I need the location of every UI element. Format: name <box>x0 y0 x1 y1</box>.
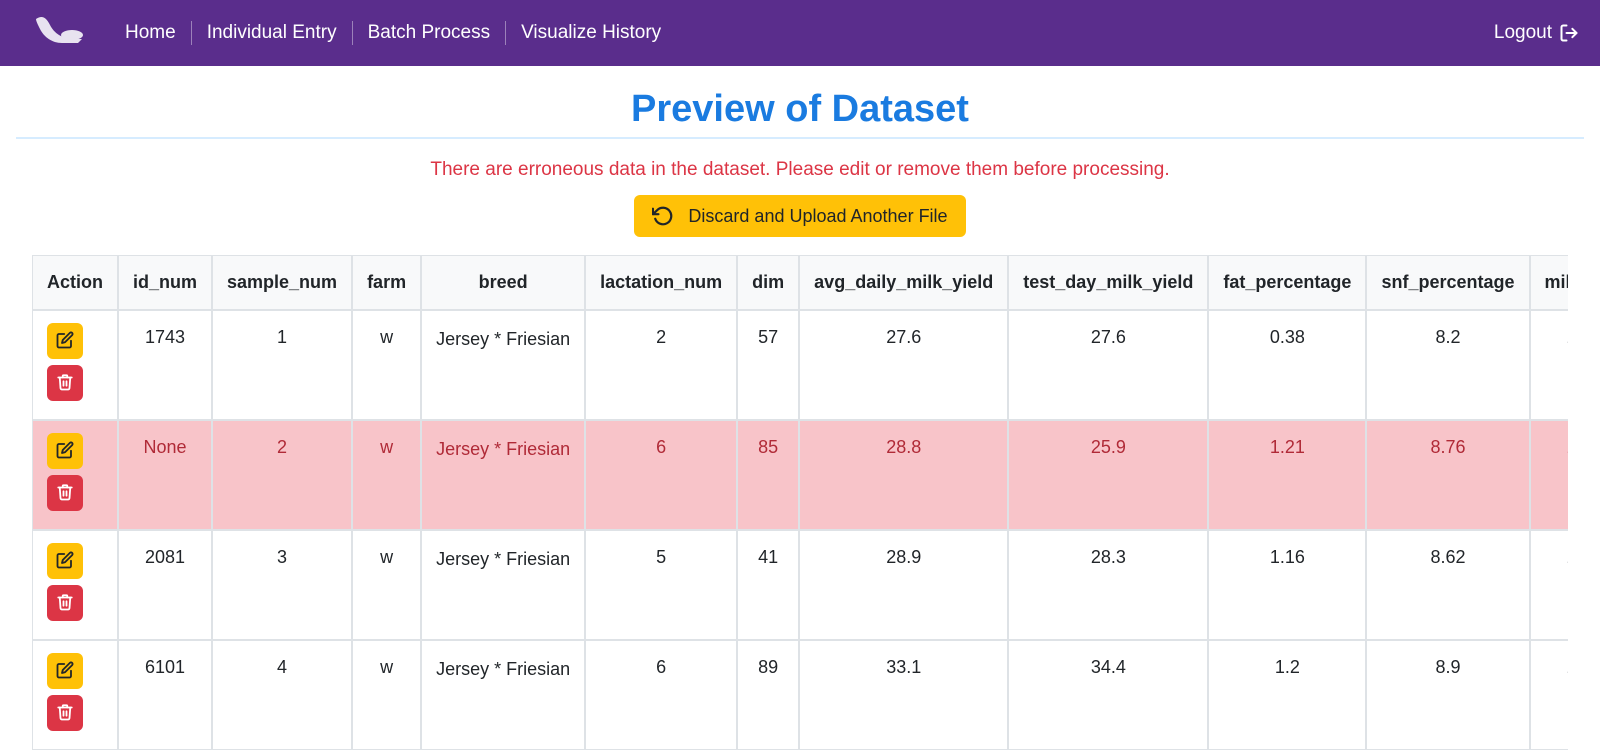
discard-upload-label: Discard and Upload Another File <box>688 206 947 227</box>
edit-row-button[interactable] <box>47 653 83 689</box>
cell-sample-num: 4 <box>212 640 352 750</box>
table-scroll-container[interactable]: Action id_num sample_num farm breed lact… <box>32 255 1568 756</box>
cell-farm: w <box>352 310 421 420</box>
table-row: 20813wJersey * Friesian54128.928.31.168.… <box>32 530 1568 640</box>
discard-upload-button[interactable]: Discard and Upload Another File <box>634 195 965 237</box>
cell-avg-daily-milk-yield: 27.6 <box>799 310 1008 420</box>
cell-test-day-milk-yield: 25.9 <box>1008 420 1208 530</box>
cell-breed: Jersey * Friesian <box>421 310 585 420</box>
cell-sample-num: 3 <box>212 530 352 640</box>
trash-icon <box>56 483 74 504</box>
cell-snf-percentage: 8.2 <box>1366 310 1529 420</box>
delete-row-button[interactable] <box>47 585 83 621</box>
edit-icon <box>56 551 74 572</box>
edit-row-button[interactable] <box>47 543 83 579</box>
cell-sample-num: 2 <box>212 420 352 530</box>
cell-id-num: 2081 <box>118 530 212 640</box>
cell-dim: 57 <box>737 310 799 420</box>
col-farm: farm <box>352 255 421 310</box>
trash-icon <box>56 593 74 614</box>
cell-milk-density: 1032.02 <box>1530 640 1568 750</box>
cell-id-num: None <box>118 420 212 530</box>
edit-icon <box>56 331 74 352</box>
nav-individual-entry[interactable]: Individual Entry <box>192 20 352 46</box>
cell-farm: w <box>352 640 421 750</box>
cell-action <box>32 420 118 530</box>
cell-test-day-milk-yield: 34.4 <box>1008 640 1208 750</box>
cell-breed: Jersey * Friesian <box>421 420 585 530</box>
col-fat-percentage: fat_percentage <box>1208 255 1366 310</box>
cell-action <box>32 640 118 750</box>
col-snf-percentage: snf_percentage <box>1366 255 1529 310</box>
col-test-day-milk-yield: test_day_milk_yield <box>1008 255 1208 310</box>
cell-lactation-num: 5 <box>585 530 737 640</box>
col-breed: breed <box>421 255 585 310</box>
cell-farm: w <box>352 530 421 640</box>
title-divider <box>16 137 1584 139</box>
col-milk-density: milk_density <box>1530 255 1568 310</box>
cell-fat-percentage: 1.2 <box>1208 640 1366 750</box>
cell-dim: 89 <box>737 640 799 750</box>
cell-dim: 41 <box>737 530 799 640</box>
table-row: 17431wJersey * Friesian25727.627.60.388.… <box>32 310 1568 420</box>
col-lactation-num: lactation_num <box>585 255 737 310</box>
navbar: Home Individual Entry Batch Process Visu… <box>0 0 1600 66</box>
edit-row-button[interactable] <box>47 323 83 359</box>
cell-fat-percentage: 1.21 <box>1208 420 1366 530</box>
cell-milk-density: 1031.45 <box>1530 420 1568 530</box>
dataset-table: Action id_num sample_num farm breed lact… <box>32 255 1568 750</box>
col-action: Action <box>32 255 118 310</box>
cell-milk-density: 1030.04 <box>1530 310 1568 420</box>
cell-farm: w <box>352 420 421 530</box>
trash-icon <box>56 703 74 724</box>
cell-test-day-milk-yield: 27.6 <box>1008 310 1208 420</box>
logout-link[interactable]: Logout <box>1494 22 1580 44</box>
nav-visualize-history[interactable]: Visualize History <box>506 20 676 46</box>
error-message: There are erroneous data in the dataset.… <box>16 159 1584 181</box>
cell-avg-daily-milk-yield: 28.9 <box>799 530 1008 640</box>
edit-icon <box>56 661 74 682</box>
nav-home[interactable]: Home <box>110 20 191 46</box>
cell-breed: Jersey * Friesian <box>421 530 585 640</box>
col-dim: dim <box>737 255 799 310</box>
cell-avg-daily-milk-yield: 28.8 <box>799 420 1008 530</box>
cell-avg-daily-milk-yield: 33.1 <box>799 640 1008 750</box>
cell-snf-percentage: 8.62 <box>1366 530 1529 640</box>
undo-icon <box>652 205 674 227</box>
nav-batch-process[interactable]: Batch Process <box>353 20 506 46</box>
col-avg-daily-milk-yield: avg_daily_milk_yield <box>799 255 1008 310</box>
cell-test-day-milk-yield: 28.3 <box>1008 530 1208 640</box>
table-header-row: Action id_num sample_num farm breed lact… <box>32 255 1568 310</box>
cell-breed: Jersey * Friesian <box>421 640 585 750</box>
cell-dim: 85 <box>737 420 799 530</box>
page-title: Preview of Dataset <box>16 88 1584 131</box>
delete-row-button[interactable] <box>47 365 83 401</box>
cell-lactation-num: 6 <box>585 640 737 750</box>
trash-icon <box>56 373 74 394</box>
nav-links: Home Individual Entry Batch Process Visu… <box>110 20 676 46</box>
cell-lactation-num: 2 <box>585 310 737 420</box>
cell-fat-percentage: 0.38 <box>1208 310 1366 420</box>
edit-row-button[interactable] <box>47 433 83 469</box>
logout-icon <box>1558 23 1580 43</box>
cell-action <box>32 310 118 420</box>
cell-id-num: 1743 <box>118 310 212 420</box>
edit-icon <box>56 441 74 462</box>
table-row: 61014wJersey * Friesian68933.134.41.28.9… <box>32 640 1568 750</box>
table-row: None2wJersey * Friesian68528.825.91.218.… <box>32 420 1568 530</box>
cell-lactation-num: 6 <box>585 420 737 530</box>
delete-row-button[interactable] <box>47 475 83 511</box>
col-sample-num: sample_num <box>212 255 352 310</box>
cell-action <box>32 530 118 640</box>
cell-milk-density: 1030.96 <box>1530 530 1568 640</box>
logout-label: Logout <box>1494 22 1552 44</box>
cell-snf-percentage: 8.76 <box>1366 420 1529 530</box>
cell-snf-percentage: 8.9 <box>1366 640 1529 750</box>
cell-sample-num: 1 <box>212 310 352 420</box>
app-logo <box>30 11 90 55</box>
col-id-num: id_num <box>118 255 212 310</box>
cell-fat-percentage: 1.16 <box>1208 530 1366 640</box>
cell-id-num: 6101 <box>118 640 212 750</box>
delete-row-button[interactable] <box>47 695 83 731</box>
